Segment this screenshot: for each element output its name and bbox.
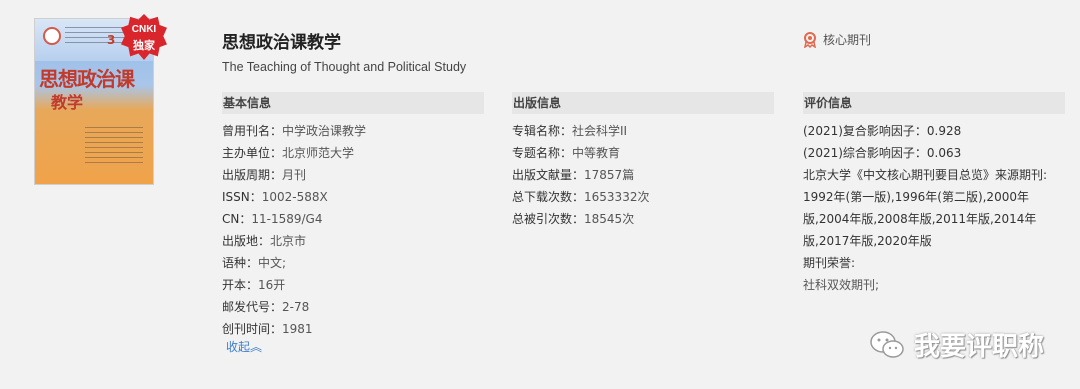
publish-info-list: 专辑名称：社会科学II 专题名称：中等教育 出版文献量：17857篇 总下载次数：16… <box>512 120 774 230</box>
badge-line1: CNKI <box>131 24 157 35</box>
watermark-text: 我要评职称 <box>914 332 1045 362</box>
info-value: 1653332次 <box>584 190 650 204</box>
info-label: ISSN： <box>222 190 262 204</box>
cover-title-line2: 教学 <box>51 93 84 112</box>
wechat-icon <box>870 330 904 358</box>
university-seal-icon <box>43 27 61 45</box>
info-value: 中学政治课教学 <box>282 124 367 138</box>
info-row: ISSN：1002-588X <box>222 186 484 208</box>
info-row: 曾用刊名：中学政治课教学 <box>222 120 484 142</box>
info-value: 17857篇 <box>584 168 635 182</box>
info-value: 2-78 <box>282 300 310 314</box>
info-row: 出版文献量：17857篇 <box>512 164 774 186</box>
info-label: 专辑名称： <box>512 124 573 138</box>
journal-detail-page: 3 思想政治课 教学 CNKI 独家 思想政治课教学 The Teaching … <box>0 0 1080 389</box>
info-row: 出版地：北京市 <box>222 230 484 252</box>
info-value: 18545次 <box>584 212 635 226</box>
info-value: 中文; <box>258 256 287 270</box>
journal-honor-label: 期刊荣誉: <box>803 256 856 270</box>
journal-honor-value: 社科双效期刊; <box>803 278 880 292</box>
badge-line2: 独家 <box>133 39 155 52</box>
info-label: 语种： <box>222 256 259 270</box>
info-row: 邮发代号：2-78 <box>222 296 484 318</box>
info-label: 总被引次数： <box>512 212 585 226</box>
info-row: 主办单位：北京师范大学 <box>222 142 484 164</box>
info-value: 北京师范大学 <box>282 146 355 160</box>
info-row: 开本：16开 <box>222 274 484 296</box>
info-value: 11-1589/G4 <box>251 212 323 226</box>
basic-info-list: 曾用刊名：中学政治课教学 主办单位：北京师范大学 出版周期：月刊 ISSN：1002-… <box>222 120 484 340</box>
info-label: 开本： <box>222 278 259 292</box>
info-label: 出版地： <box>222 234 271 248</box>
cover-title: 思想政治课 <box>39 67 135 91</box>
info-row: 专题名称：中等教育 <box>512 142 774 164</box>
info-value: 1981 <box>282 322 313 336</box>
journal-title: 思想政治课教学 <box>222 33 341 53</box>
comprehensive-impact-factor: (2021)综合影响因子：0.063 <box>803 146 962 160</box>
composite-impact-factor: (2021)复合影响因子：0.928 <box>803 124 962 138</box>
publish-info-heading: 出版信息 <box>512 92 774 114</box>
info-label: 主办单位： <box>222 146 283 160</box>
info-row: CN：11-1589/G4 <box>222 208 484 230</box>
collapse-link[interactable]: 收起︽ <box>226 338 262 355</box>
info-row: 总被引次数：18545次 <box>512 208 774 230</box>
info-label: 专题名称： <box>512 146 573 160</box>
info-value: 中等教育 <box>572 146 621 160</box>
evaluation-info-heading: 评价信息 <box>803 92 1065 114</box>
info-value: 社会科学II <box>572 124 628 138</box>
core-source-years: 1992年(第一版),1996年(第二版),2000年版,2004年版,2008… <box>803 190 1037 248</box>
core-source-label: 北京大学《中文核心期刊要目总览》来源期刊: <box>803 168 1048 182</box>
publish-info-section: 出版信息 专辑名称：社会科学II 专题名称：中等教育 出版文献量：17857篇 总下载… <box>512 92 774 230</box>
journal-english-title: The Teaching of Thought and Political St… <box>222 60 467 74</box>
info-row: 专辑名称：社会科学II <box>512 120 774 142</box>
info-row: 总下载次数：1653332次 <box>512 186 774 208</box>
core-journal-label: 核心期刊 <box>823 33 872 47</box>
evaluation-info-section: 评价信息 (2021)复合影响因子：0.928 (2021)综合影响因子：0.0… <box>803 92 1069 296</box>
info-label: 总下载次数： <box>512 190 585 204</box>
info-row: 出版周期：月刊 <box>222 164 484 186</box>
info-row: 创刊时间：1981 <box>222 318 484 340</box>
info-value: 1002-588X <box>261 190 328 204</box>
wechat-watermark: 我要评职称 <box>868 326 1044 363</box>
info-label: 曾用刊名： <box>222 124 283 138</box>
info-value: 月刊 <box>282 168 307 182</box>
info-row: 语种：中文; <box>222 252 484 274</box>
cover-issue-number: 3 <box>107 33 116 47</box>
medal-icon <box>804 31 816 48</box>
info-label: 出版周期： <box>222 168 283 182</box>
basic-info-heading: 基本信息 <box>222 92 484 114</box>
info-value: 16开 <box>258 278 286 292</box>
info-label: CN： <box>222 212 252 226</box>
cnki-exclusive-badge: CNKI 独家 <box>121 14 167 60</box>
info-label: 创刊时间： <box>222 322 283 336</box>
info-value: 北京市 <box>270 234 307 248</box>
core-journal-tag: 核心期刊 <box>803 31 871 48</box>
info-label: 邮发代号： <box>222 300 283 314</box>
info-label: 出版文献量： <box>512 168 585 182</box>
basic-info-section: 基本信息 曾用刊名：中学政治课教学 主办单位：北京师范大学 出版周期：月刊 ISSN：… <box>222 92 484 340</box>
